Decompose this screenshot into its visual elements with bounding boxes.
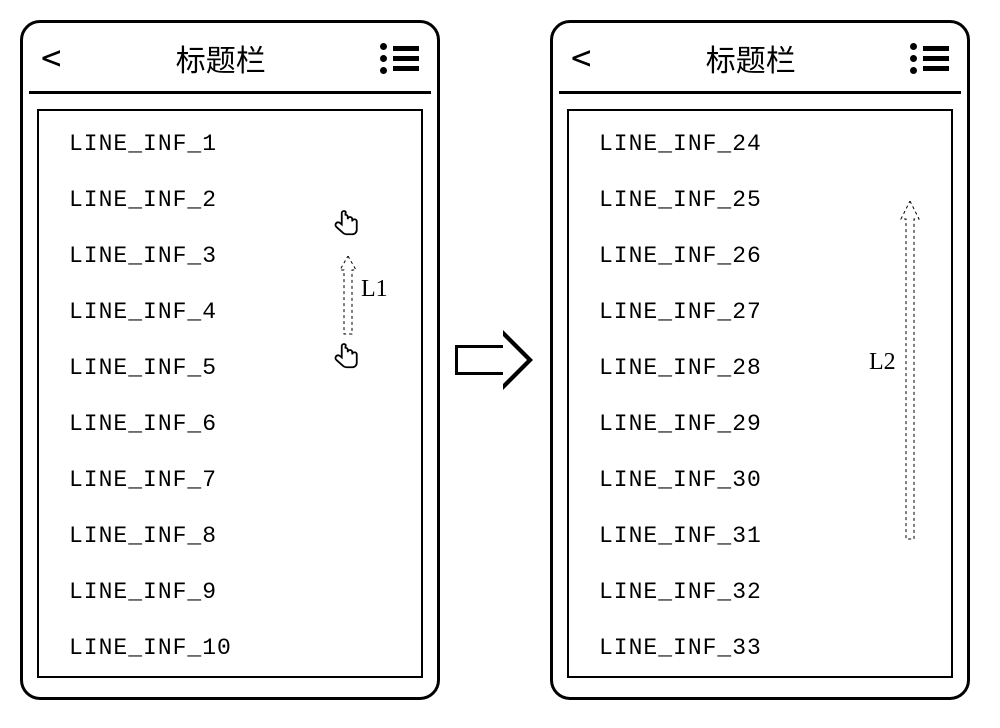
menu-list-icon[interactable] xyxy=(380,43,419,74)
content-area: LINE_INF_24 LINE_INF_25 LINE_INF_26 LINE… xyxy=(559,94,961,686)
back-button[interactable]: < xyxy=(41,41,61,75)
gesture-label-l2: L2 xyxy=(869,349,896,376)
list-item: LINE_INF_9 xyxy=(69,579,411,605)
list-item: LINE_INF_29 xyxy=(599,411,941,437)
list-item: LINE_INF_25 xyxy=(599,187,941,213)
list-item: LINE_INF_30 xyxy=(599,467,941,493)
phone-right: < 标题栏 LINE_INF_24 LINE_INF_25 LINE_INF_2… xyxy=(550,20,970,700)
header-bar: < 标题栏 xyxy=(29,29,431,94)
list-item: LINE_INF_31 xyxy=(599,523,941,549)
menu-dots xyxy=(910,43,917,74)
list-item: LINE_INF_26 xyxy=(599,243,941,269)
list-item: LINE_INF_6 xyxy=(69,411,411,437)
list-item: LINE_INF_27 xyxy=(599,299,941,325)
page-title: 标题栏 xyxy=(61,36,380,80)
gesture-label-l1: L1 xyxy=(361,276,388,303)
list-item: LINE_INF_8 xyxy=(69,523,411,549)
list-box[interactable]: LINE_INF_1 LINE_INF_2 LINE_INF_3 LINE_IN… xyxy=(37,109,423,678)
menu-lines xyxy=(393,46,419,71)
phone-left: < 标题栏 LINE_INF_1 LINE_INF_2 LINE_INF_3 L… xyxy=(20,20,440,700)
content-area: LINE_INF_1 LINE_INF_2 LINE_INF_3 LINE_IN… xyxy=(29,94,431,686)
scroll-arrow-long-icon xyxy=(899,201,921,541)
menu-lines xyxy=(923,46,949,71)
menu-list-icon[interactable] xyxy=(910,43,949,74)
menu-dots xyxy=(380,43,387,74)
list-item: LINE_INF_1 xyxy=(69,131,411,157)
list-item: LINE_INF_24 xyxy=(599,131,941,157)
scroll-arrow-short-icon xyxy=(338,256,358,336)
pointer-hand-icon xyxy=(329,206,365,246)
list-item: LINE_INF_10 xyxy=(69,635,411,661)
header-bar: < 标题栏 xyxy=(559,29,961,94)
transition-arrow-icon xyxy=(455,330,535,390)
page-title: 标题栏 xyxy=(591,36,910,80)
list-item: LINE_INF_32 xyxy=(599,579,941,605)
list-item: LINE_INF_33 xyxy=(599,635,941,661)
list-item: LINE_INF_4 xyxy=(69,299,411,325)
list-box[interactable]: LINE_INF_24 LINE_INF_25 LINE_INF_26 LINE… xyxy=(567,109,953,678)
list-item: LINE_INF_3 xyxy=(69,243,411,269)
list-item: LINE_INF_7 xyxy=(69,467,411,493)
pointer-hand-icon xyxy=(329,339,365,379)
back-button[interactable]: < xyxy=(571,41,591,75)
